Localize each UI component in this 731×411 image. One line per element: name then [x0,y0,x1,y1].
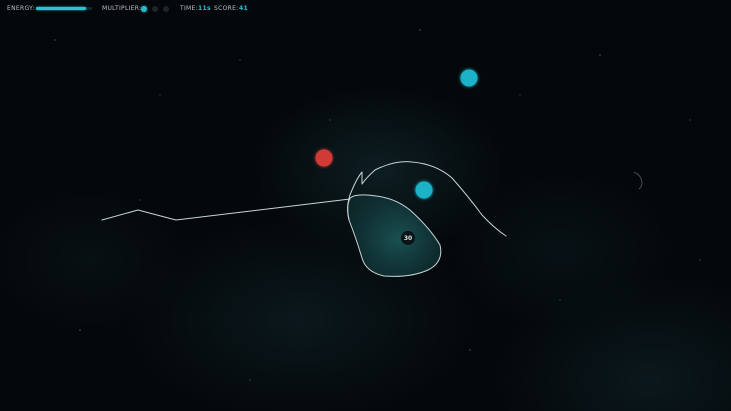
enclosed-counter-badge: 30 [401,231,415,245]
game-stage[interactable]: ENERGY: MULTIPLIER: TIME: 11s SCORE: 41 [0,0,731,411]
red-orb [315,149,333,167]
enclosed-counter: 30 [404,235,412,242]
cyan-orb [415,181,433,199]
player-trail [101,198,351,221]
play-field[interactable]: 30 [0,0,731,411]
distant-planet-arc [633,171,643,190]
cyan-orb [460,69,478,87]
captured-region [347,194,442,277]
